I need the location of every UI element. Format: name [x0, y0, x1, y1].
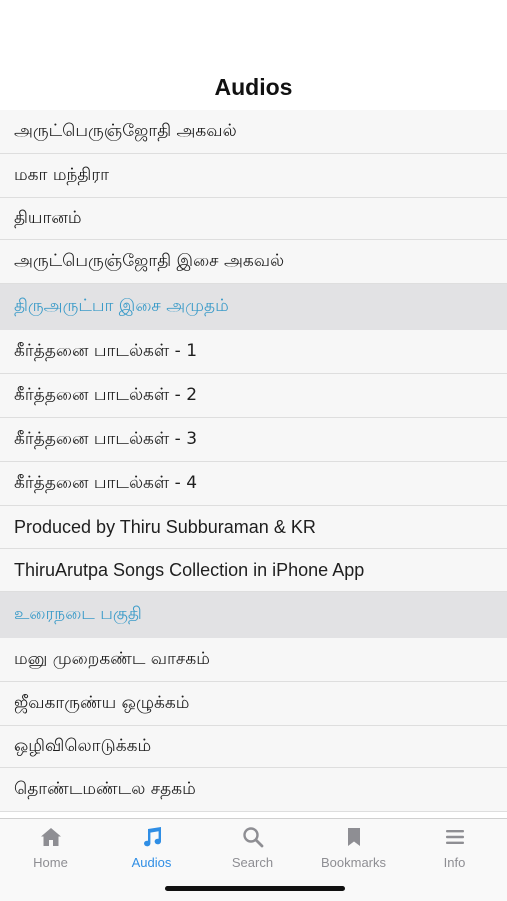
list-item[interactable]: தியானம்	[0, 198, 507, 240]
list-item-label: கீர்த்தனை பாடல்கள் - 1	[14, 340, 198, 361]
home-indicator[interactable]	[165, 886, 345, 891]
list-item[interactable]: கீர்த்தனை பாடல்கள் - 3	[0, 418, 507, 462]
music-note-icon	[140, 825, 164, 849]
list-item-label: தியானம்	[14, 207, 82, 228]
tab-search[interactable]: Search	[202, 825, 303, 873]
tab-label: Audios	[131, 855, 172, 870]
list-item[interactable]: மகா மந்திரா	[0, 154, 507, 198]
tab-bookmarks[interactable]: Bookmarks	[303, 825, 404, 873]
list-item[interactable]: கீர்த்தனை பாடல்கள் - 2	[0, 374, 507, 418]
search-icon	[241, 825, 265, 849]
home-icon	[39, 825, 63, 849]
list-item[interactable]: கீர்த்தனை பாடல்கள் - 1	[0, 330, 507, 374]
status-bar-area	[0, 0, 507, 64]
page-title: Audios	[214, 73, 293, 100]
section-header: உரைநடை பகுதி	[0, 592, 507, 638]
list-item-label: தொண்டமண்டல சதகம்	[14, 778, 196, 799]
list-item[interactable]: அருட்பெருஞ்ஜோதி இசை அகவல்	[0, 240, 507, 284]
list-item-label: ThiruArutpa Songs Collection in iPhone A…	[14, 559, 365, 580]
list-item-label: ஒழிவிலொடுக்கம்	[14, 735, 152, 756]
list-item-label: மகா மந்திரா	[14, 164, 110, 185]
section-header-label: திருஅருட்பா இசை அமுதம்	[14, 296, 229, 316]
list-item-label: ஜீவகாருண்ய ஒழுக்கம்	[14, 692, 190, 713]
list-item-label: கீர்த்தனை பாடல்கள் - 3	[14, 428, 198, 449]
list-item[interactable]: தொண்டமண்டல சதகம்	[0, 768, 507, 812]
tab-label: Info	[443, 855, 466, 870]
list-item[interactable]: ஒழிவிலொடுக்கம்	[0, 726, 507, 768]
list-item[interactable]: மனு முறைகண்ட வாசகம்	[0, 638, 507, 682]
list-item-label: Produced by Thiru Subburaman & KR	[14, 516, 316, 537]
tab-info[interactable]: Info	[404, 825, 505, 873]
list-item[interactable]: ThiruArutpa Songs Collection in iPhone A…	[0, 549, 507, 592]
list-item-label: மனு முறைகண்ட வாசகம்	[14, 648, 210, 669]
list-item-label: கீர்த்தனை பாடல்கள் - 2	[14, 384, 198, 405]
list-item[interactable]: Produced by Thiru Subburaman & KR	[0, 506, 507, 549]
tab-label: Bookmarks	[320, 855, 387, 870]
audio-list: அருட்பெருஞ்ஜோதி அகவல் மகா மந்திரா தியானம…	[0, 110, 507, 812]
bookmark-icon	[342, 825, 366, 849]
list-item[interactable]: ஜீவகாருண்ய ஒழுக்கம்	[0, 682, 507, 726]
list-item[interactable]: அருட்பெருஞ்ஜோதி அகவல்	[0, 110, 507, 154]
list-item-label: அருட்பெருஞ்ஜோதி இசை அகவல்	[14, 250, 285, 271]
list-item-label: அருட்பெருஞ்ஜோதி அகவல்	[14, 120, 237, 141]
tab-label: Home	[33, 855, 68, 870]
menu-lines-icon	[443, 825, 467, 849]
section-header-label: உரைநடை பகுதி	[14, 604, 142, 624]
tab-audios[interactable]: Audios	[101, 825, 202, 873]
list-item-label: கீர்த்தனை பாடல்கள் - 4	[14, 472, 198, 493]
section-header: திருஅருட்பா இசை அமுதம்	[0, 284, 507, 330]
list-item[interactable]: கீர்த்தனை பாடல்கள் - 4	[0, 462, 507, 506]
tab-home[interactable]: Home	[0, 825, 101, 873]
tab-label: Search	[231, 855, 274, 870]
